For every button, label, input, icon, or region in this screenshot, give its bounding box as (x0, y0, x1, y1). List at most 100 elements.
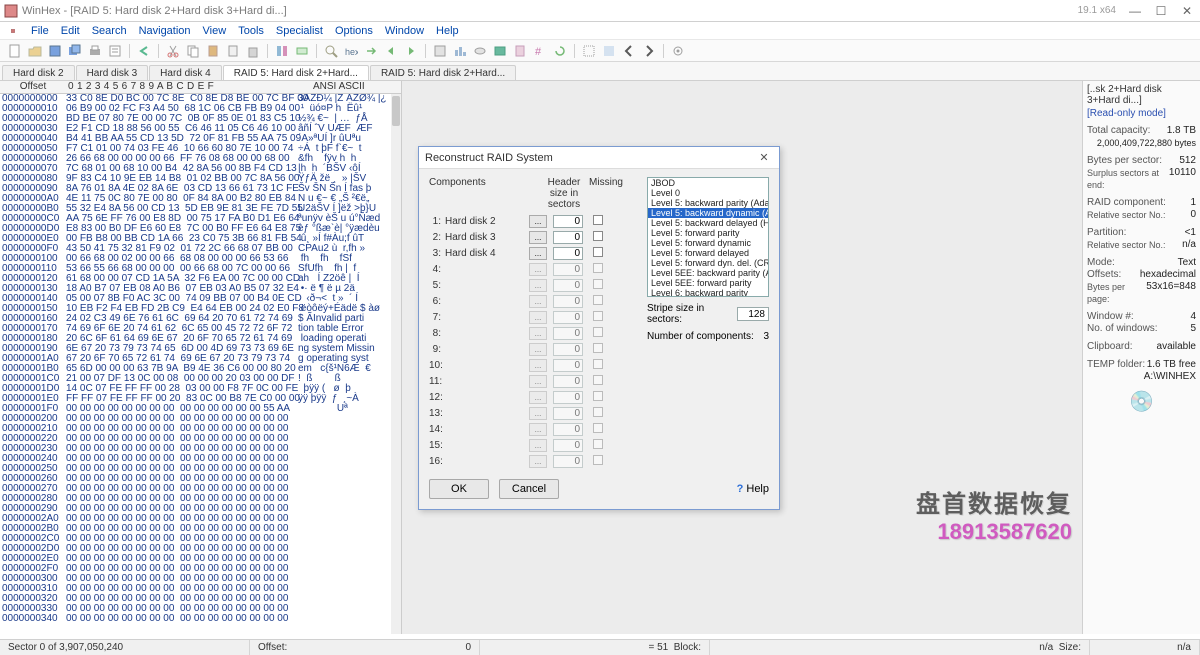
drive-icon[interactable] (293, 42, 311, 60)
headersize-input[interactable]: 0 (553, 391, 583, 404)
settings-icon[interactable] (669, 42, 687, 60)
menu-tools[interactable]: Tools (233, 25, 269, 37)
headersize-input[interactable]: 0 (553, 295, 583, 308)
headersize-input[interactable]: 0 (553, 231, 583, 244)
xray-icon[interactable] (431, 42, 449, 60)
clipboard-icon[interactable] (204, 42, 222, 60)
tab-hd3[interactable]: Hard disk 3 (76, 65, 149, 80)
headersize-input[interactable]: 0 (553, 343, 583, 356)
headersize-input[interactable]: 0 (553, 327, 583, 340)
raid-level-option[interactable]: Level 5: forward dynamic (648, 238, 768, 248)
menu-options[interactable]: Options (330, 25, 378, 37)
missing-checkbox[interactable] (593, 231, 603, 241)
menu-help[interactable]: Help (431, 25, 464, 37)
headersize-input[interactable]: 0 (553, 375, 583, 388)
raid-level-option[interactable]: Level 5EE: backward parity (Adaptec) (648, 268, 768, 278)
headersize-input[interactable]: 0 (553, 311, 583, 324)
tab-raid5a[interactable]: RAID 5: Hard disk 2+Hard... (223, 65, 369, 80)
cut-icon[interactable] (164, 42, 182, 60)
save-icon[interactable] (46, 42, 64, 60)
missing-checkbox[interactable] (593, 247, 603, 257)
tab-hd4[interactable]: Hard disk 4 (149, 65, 222, 80)
headersize-input[interactable]: 0 (553, 279, 583, 292)
selend-icon[interactable] (600, 42, 618, 60)
back-icon[interactable] (382, 42, 400, 60)
browse-button[interactable]: ... (529, 327, 547, 340)
browse-button[interactable]: ... (529, 423, 547, 436)
menu-window[interactable]: Window (380, 25, 429, 37)
missing-checkbox[interactable] (593, 343, 603, 353)
browse-button[interactable]: ... (529, 295, 547, 308)
tab-raid5b[interactable]: RAID 5: Hard disk 2+Hard... (370, 65, 516, 80)
delete-icon[interactable] (244, 42, 262, 60)
hex-scrollbar[interactable] (391, 94, 401, 634)
raid-level-option[interactable]: JBOD (648, 178, 768, 188)
missing-checkbox[interactable] (593, 455, 603, 465)
copy-icon[interactable] (184, 42, 202, 60)
missing-checkbox[interactable] (593, 391, 603, 401)
tab-hd2[interactable]: Hard disk 2 (2, 65, 75, 80)
headersize-input[interactable]: 0 (553, 215, 583, 228)
calc-icon[interactable] (511, 42, 529, 60)
browse-button[interactable]: ... (529, 455, 547, 468)
missing-checkbox[interactable] (593, 359, 603, 369)
fwd-icon[interactable] (402, 42, 420, 60)
missing-checkbox[interactable] (593, 215, 603, 225)
missing-checkbox[interactable] (593, 327, 603, 337)
raid-level-option[interactable]: Level 5: forward delayed (648, 248, 768, 258)
missing-checkbox[interactable] (593, 407, 603, 417)
browse-button[interactable]: ... (529, 247, 547, 260)
headersize-input[interactable]: 0 (553, 247, 583, 260)
simul-icon[interactable] (491, 42, 509, 60)
menu-specialist[interactable]: Specialist (271, 25, 328, 37)
browse-button[interactable]: ... (529, 343, 547, 356)
missing-checkbox[interactable] (593, 439, 603, 449)
browse-button[interactable]: ... (529, 279, 547, 292)
menu-edit[interactable]: Edit (56, 25, 85, 37)
goto-icon[interactable] (362, 42, 380, 60)
close-button[interactable]: ✕ (1174, 1, 1200, 21)
browse-button[interactable]: ... (529, 215, 547, 228)
missing-checkbox[interactable] (593, 263, 603, 273)
menu-file[interactable]: File (26, 25, 54, 37)
missing-checkbox[interactable] (593, 279, 603, 289)
raid-level-option[interactable]: Level 5: backward parity (Adaptec) (648, 198, 768, 208)
headersize-input[interactable]: 0 (553, 455, 583, 468)
findhex-icon[interactable]: hex (342, 42, 360, 60)
hex-rows[interactable]: 000000000033 C0 8E D0 BC 00 7C 8E C0 8E … (0, 94, 401, 624)
browse-button[interactable]: ... (529, 407, 547, 420)
missing-checkbox[interactable] (593, 375, 603, 385)
raid-level-option[interactable]: Level 5: forward dyn. del. (CRU-DP) (648, 258, 768, 268)
properties-icon[interactable] (106, 42, 124, 60)
open-icon[interactable] (26, 42, 44, 60)
help-button[interactable]: ? Help (737, 479, 769, 499)
raid-level-option[interactable]: Level 0 (648, 188, 768, 198)
raid-level-list[interactable]: JBODLevel 0Level 5: backward parity (Ada… (647, 177, 769, 297)
raid-level-option[interactable]: Level 5: backward delayed (HP) (648, 218, 768, 228)
dialog-close-icon[interactable]: ✕ (755, 151, 773, 164)
raid-level-option[interactable]: Level 6: backward parity (648, 288, 768, 297)
headersize-input[interactable]: 0 (553, 263, 583, 276)
raid-level-option[interactable]: Level 5EE: forward parity (648, 278, 768, 288)
stripe-input[interactable] (737, 307, 769, 321)
missing-checkbox[interactable] (593, 423, 603, 433)
data-icon[interactable] (273, 42, 291, 60)
selall-icon[interactable] (580, 42, 598, 60)
nav-back-icon[interactable] (620, 42, 638, 60)
menu-view[interactable]: View (198, 25, 232, 37)
menu-search[interactable]: Search (87, 25, 132, 37)
menu-navigation[interactable]: Navigation (134, 25, 196, 37)
ok-button[interactable]: OK (429, 479, 489, 499)
browse-button[interactable]: ... (529, 439, 547, 452)
cancel-button[interactable]: Cancel (499, 479, 559, 499)
raid-level-option[interactable]: Level 5: backward dynamic (AMI) (648, 208, 768, 218)
missing-checkbox[interactable] (593, 311, 603, 321)
hash-icon[interactable]: # (531, 42, 549, 60)
browse-button[interactable]: ... (529, 263, 547, 276)
find-icon[interactable] (322, 42, 340, 60)
undo-icon[interactable] (135, 42, 153, 60)
headersize-input[interactable]: 0 (553, 439, 583, 452)
browse-button[interactable]: ... (529, 359, 547, 372)
headersize-input[interactable]: 0 (553, 407, 583, 420)
headersize-input[interactable]: 0 (553, 423, 583, 436)
